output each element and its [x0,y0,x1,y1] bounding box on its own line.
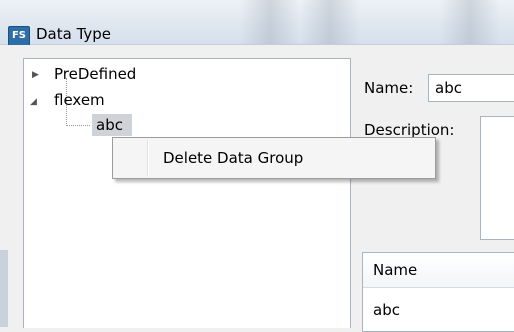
name-input[interactable]: abc [428,74,514,102]
expand-arrow-icon[interactable]: ▶ [32,70,39,80]
collapse-arrow-icon[interactable]: ◢ [30,97,37,107]
name-label: Name: [364,79,414,97]
titlebar-background-ghost [300,0,360,44]
app-icon: FS [8,26,30,46]
tree-item-abc[interactable]: abc [96,116,123,134]
menu-item-delete-data-group[interactable]: Delete Data Group [115,140,433,176]
menu-item-label: Delete Data Group [163,149,304,167]
window-title: Data Type [36,25,112,43]
grid-column-header-label: Name [373,261,418,279]
titlebar-background-ghost [240,0,300,44]
grid-cell[interactable]: abc [373,301,400,319]
window-left-edge [0,250,8,327]
data-grid[interactable]: Name abc [362,252,514,332]
window-titlebar[interactable]: FS Data Type [0,0,514,46]
tree-item-predefined[interactable]: PreDefined [54,65,136,83]
titlebar-background-ghost [440,0,500,44]
tree-item-flexem[interactable]: flexem [54,91,105,109]
grid-column-header-name[interactable]: Name [363,253,514,288]
tree-connector-line [66,125,90,126]
context-menu: Delete Data Group [112,137,436,179]
description-input[interactable] [480,116,514,240]
